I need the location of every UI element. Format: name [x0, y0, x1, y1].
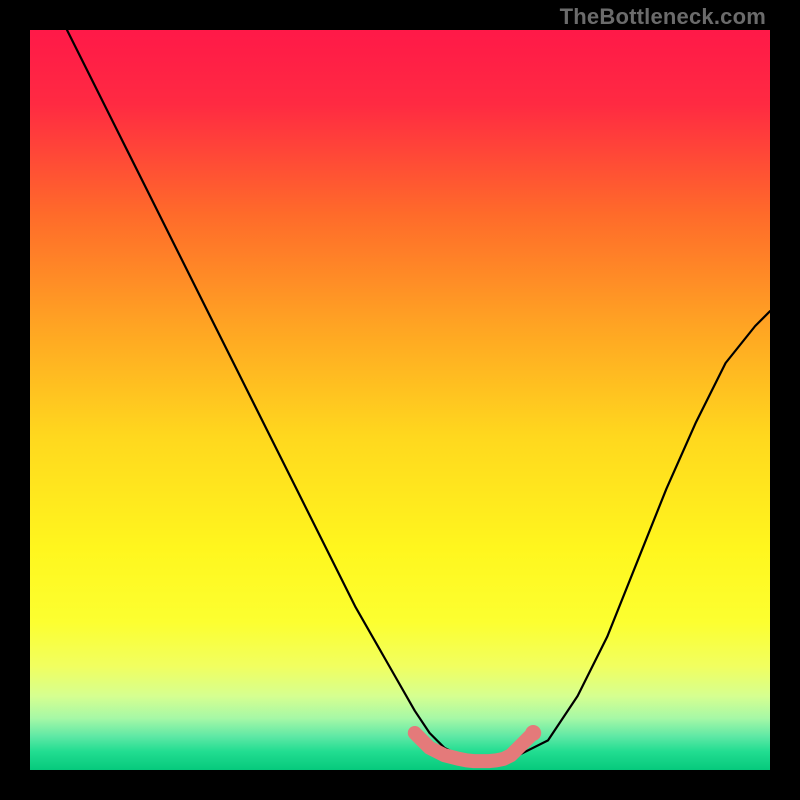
- plot-area: [30, 30, 770, 770]
- watermark-text: TheBottleneck.com: [560, 4, 766, 30]
- highlight-layer: [30, 30, 770, 770]
- chart-frame: TheBottleneck.com: [0, 0, 800, 800]
- optimal-zone-endpoint: [525, 725, 541, 741]
- optimal-zone-marker: [415, 733, 533, 761]
